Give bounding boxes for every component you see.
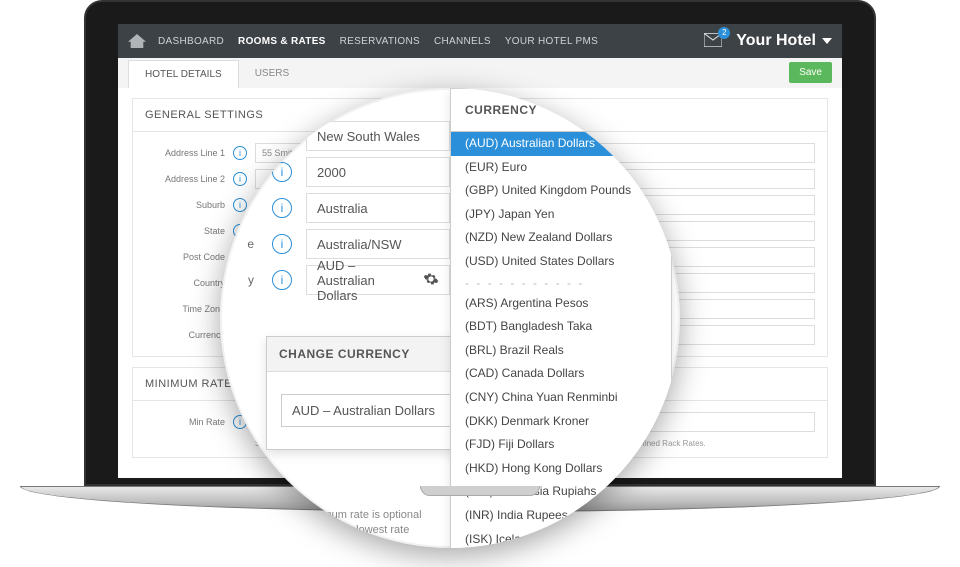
nav-item-dashboard[interactable]: DASHBOARD (158, 36, 224, 47)
currency-option[interactable]: (GBP) United Kingdom Pounds (451, 179, 671, 203)
currency-option[interactable]: (AUD) Australian Dollars✓ (451, 132, 671, 156)
currency-option[interactable]: (JPY) Japan Yen (451, 203, 671, 227)
currency-option[interactable]: (CAD) Canada Dollars (451, 362, 671, 386)
mail-badge: 2 (718, 27, 730, 39)
info-icon[interactable]: i (272, 126, 292, 146)
home-icon[interactable] (128, 34, 146, 48)
info-icon[interactable]: i (272, 234, 292, 254)
text-input[interactable]: New South Wales (306, 121, 450, 151)
zoom-field-label: e (220, 237, 254, 251)
currency-dropdown-title: CURRENCY (451, 89, 671, 132)
currency-option[interactable]: (NZD) New Zealand Dollars (451, 226, 671, 250)
dropdown-separator: - - - - - - - - - - - (451, 274, 671, 292)
nav-item-reservations[interactable]: RESERVATIONS (340, 36, 420, 47)
hotel-name-label: Your Hotel (736, 32, 816, 50)
zoom-form-row: i 2000 (220, 154, 450, 190)
currency-option[interactable]: (CNY) China Yuan Renminbi (451, 386, 671, 410)
zoom-form-row: i New South Wales (220, 118, 450, 154)
info-icon[interactable]: i (272, 162, 292, 182)
laptop-notch (420, 486, 540, 496)
info-icon[interactable]: i (272, 198, 292, 218)
currency-option[interactable]: (EUR) Euro (451, 156, 671, 180)
zoom-field-label: y (220, 273, 254, 287)
save-button[interactable]: Save (789, 62, 832, 83)
text-input[interactable]: Australia/NSW (306, 229, 450, 259)
nav-item-rooms-rates[interactable]: ROOMS & RATES (238, 36, 326, 47)
mail-icon[interactable]: 2 (704, 33, 722, 50)
top-nav: DASHBOARD ROOMS & RATES RESERVATIONS CHANNE… (118, 24, 842, 58)
currency-option[interactable]: (FJD) Fiji Dollars (451, 433, 671, 457)
currency-option[interactable]: (INR) India Rupees (451, 504, 671, 528)
currency-option[interactable]: (BDT) Bangladesh Taka (451, 315, 671, 339)
tab-users[interactable]: USERS (239, 60, 305, 88)
sub-tabs: HOTEL DETAILSUSERS Save (118, 58, 842, 88)
currency-option[interactable]: (USD) United States Dollars (451, 250, 671, 274)
check-icon: ✓ (649, 136, 659, 152)
zoom-form-row: y i AUD – Australian Dollars (220, 262, 450, 298)
currency-option[interactable]: (HKD) Hong Kong Dollars (451, 457, 671, 481)
magnifier-lens: i New South Wales i 2000 i Australia e i Austral… (220, 88, 680, 548)
tab-hotel-details[interactable]: HOTEL DETAILS (128, 60, 239, 88)
nav-item-your-hotel-pms[interactable]: YOUR HOTEL PMS (505, 36, 598, 47)
zoom-form-row: i Australia (220, 190, 450, 226)
text-input[interactable]: AUD – Australian Dollars (306, 265, 450, 295)
currency-option[interactable]: (DKK) Denmark Kroner (451, 410, 671, 434)
info-icon[interactable]: i (272, 270, 292, 290)
currency-option[interactable]: (ISK) Iceland Kronur (451, 528, 671, 549)
nav-item-channels[interactable]: CHANNELS (434, 36, 491, 47)
currency-option[interactable]: (BRL) Brazil Reals (451, 339, 671, 363)
chevron-down-icon (822, 38, 832, 44)
min-rate-footnote: g a minimum rate is optional lower than … (284, 508, 440, 538)
text-input[interactable]: 2000 (306, 157, 450, 187)
hotel-selector[interactable]: Your Hotel (736, 32, 832, 50)
text-input[interactable]: Australia (306, 193, 450, 223)
gear-icon[interactable] (423, 271, 439, 290)
currency-option[interactable]: (ARS) Argentina Pesos (451, 292, 671, 316)
currency-dropdown: CURRENCY (AUD) Australian Dollars✓(EUR) … (450, 88, 672, 548)
